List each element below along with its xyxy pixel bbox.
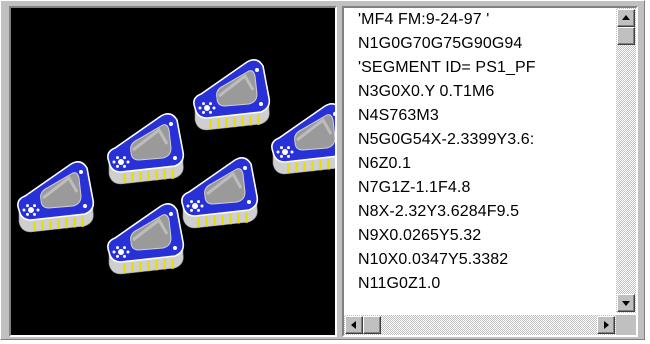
part-render-canvas [17, 58, 335, 275]
scroll-down-button[interactable] [617, 294, 635, 312]
corner-hole [247, 200, 251, 204]
edge-marker [233, 116, 236, 127]
edge-marker [249, 115, 252, 126]
nc-code-line: N8X-2.32Y3.6284F9.5 [358, 203, 520, 220]
edge-marker [171, 258, 174, 269]
nc-code-line: N5G0G54X-2.3399Y3.6: [358, 131, 535, 148]
edge-marker [205, 216, 208, 227]
edge-marker [33, 221, 36, 231]
vertical-scroll-thumb[interactable] [617, 27, 635, 45]
nc-code-line: 'SEGMENT ID= PS1_PF [358, 59, 536, 76]
edge-marker [139, 261, 142, 272]
toolpath-3d-viewport[interactable] [9, 6, 337, 337]
machined-part[interactable] [181, 156, 259, 229]
nc-code-line: 'MF4 FM:9-24-97 ' [358, 11, 490, 28]
edge-marker [319, 160, 322, 171]
edge-marker [221, 214, 224, 225]
machined-part[interactable] [107, 202, 185, 275]
scroll-down-arrow-icon [622, 301, 630, 306]
edge-marker [131, 262, 134, 273]
corner-hole [83, 204, 87, 208]
corner-hole [173, 156, 177, 160]
corner-hole [259, 102, 263, 106]
edge-marker [209, 119, 212, 129]
edge-marker [163, 259, 166, 270]
machined-part[interactable] [271, 102, 335, 175]
nc-code-line: N10X0.0347Y5.3382 [358, 251, 509, 268]
edge-marker [139, 171, 142, 182]
edge-marker [241, 116, 244, 127]
corner-hole [173, 246, 177, 250]
corner-hole [255, 68, 259, 72]
edge-marker [257, 114, 260, 125]
edge-marker [73, 217, 76, 228]
edge-marker [41, 220, 44, 231]
scroll-right-button[interactable] [597, 316, 615, 334]
edge-marker [131, 172, 134, 183]
scrollbar-corner [616, 315, 636, 335]
edge-marker [303, 161, 306, 172]
edge-marker [225, 117, 228, 128]
cnc-simulation-window: 'MF4 FM:9-24-97 ' N1G0G70G75G90G94 'SEGMEN… [0, 0, 645, 340]
scroll-up-arrow-icon [622, 15, 630, 20]
edge-marker [295, 162, 298, 173]
scroll-left-arrow-icon [351, 321, 356, 329]
nc-code-line: N3G0X0.Y 0.T1M6 [358, 83, 495, 100]
edge-marker [327, 159, 330, 170]
edge-marker [229, 214, 232, 225]
edge-marker [147, 260, 150, 271]
edge-marker [123, 173, 126, 183]
edge-marker [213, 215, 216, 226]
edge-marker [49, 219, 52, 230]
nc-code-line: N11G0Z1.0 [358, 275, 441, 292]
horizontal-scrollbar[interactable] [344, 315, 616, 335]
horizontal-scroll-thumb[interactable] [363, 316, 381, 334]
nc-code-line: N9X0.0265Y5.32 [358, 227, 482, 244]
edge-marker [155, 170, 158, 181]
vertical-scrollbar[interactable] [616, 8, 636, 313]
edge-marker [123, 263, 126, 273]
corner-hole [169, 122, 173, 126]
edge-marker [287, 163, 290, 173]
corner-hole [79, 170, 83, 174]
edge-marker [245, 212, 248, 223]
edge-marker [81, 216, 84, 227]
scroll-left-button[interactable] [345, 316, 363, 334]
nc-code-line: N4S763M3 [358, 107, 439, 124]
nc-code-lines: 'MF4 FM:9-24-97 ' N1G0G70G75G90G94 'SEGMEN… [344, 8, 614, 313]
edge-marker [57, 218, 60, 229]
scroll-up-button[interactable] [617, 9, 635, 27]
corner-hole [243, 166, 247, 170]
corner-hole [169, 212, 173, 216]
edge-marker [237, 213, 240, 224]
machined-part[interactable] [107, 112, 185, 185]
scroll-right-arrow-icon [604, 321, 609, 329]
nc-code-line: N1G0G70G75G90G94 [358, 35, 523, 52]
nc-program-listing[interactable]: 'MF4 FM:9-24-97 ' N1G0G70G75G90G94 'SEGMEN… [342, 6, 638, 337]
edge-marker [311, 160, 314, 171]
edge-marker [155, 260, 158, 271]
nc-code-line: N6Z0.1 [358, 155, 412, 172]
edge-marker [197, 217, 200, 227]
machined-part[interactable] [17, 160, 95, 233]
edge-marker [171, 168, 174, 179]
edge-marker [217, 118, 220, 129]
edge-marker [65, 218, 68, 229]
nc-code-line: N7G1Z-1.1F4.8 [358, 179, 471, 196]
edge-marker [147, 170, 150, 181]
machined-part[interactable] [193, 58, 271, 131]
edge-marker [163, 169, 166, 180]
